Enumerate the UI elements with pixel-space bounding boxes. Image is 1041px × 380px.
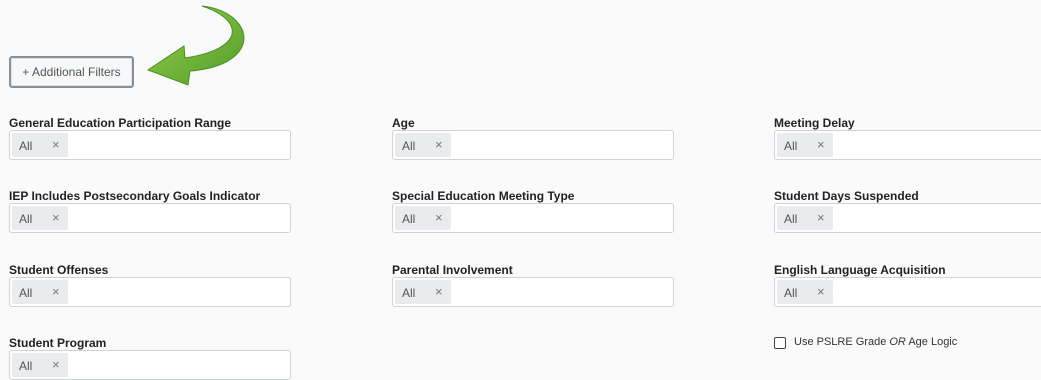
- tag-remove-icon[interactable]: ×: [435, 284, 443, 299]
- selected-tag: All ×: [12, 280, 68, 304]
- age-select[interactable]: All ×: [392, 130, 674, 160]
- filter-label: Student Offenses: [9, 263, 109, 277]
- pslre-logic-checkbox[interactable]: [774, 337, 786, 349]
- additional-filters-button[interactable]: + Additional Filters: [9, 56, 134, 88]
- filter-label: English Language Acquisition: [774, 263, 946, 277]
- tag-value: All: [402, 212, 416, 226]
- english-acquisition-select[interactable]: All ×: [774, 277, 1041, 307]
- days-suspended-select[interactable]: All ×: [774, 203, 1041, 233]
- parental-involvement-select[interactable]: All ×: [392, 277, 674, 307]
- tag-value: All: [19, 286, 33, 300]
- selected-tag: All ×: [395, 280, 451, 304]
- gen-ed-participation-select[interactable]: All ×: [9, 130, 291, 160]
- filter-label: IEP Includes Postsecondary Goals Indicat…: [9, 189, 261, 203]
- pslre-text-or: OR: [889, 336, 906, 348]
- selected-tag: All ×: [12, 133, 68, 157]
- filter-label: Age: [392, 116, 415, 130]
- tag-remove-icon[interactable]: ×: [817, 284, 825, 299]
- student-offenses-select[interactable]: All ×: [9, 277, 291, 307]
- tag-value: All: [784, 286, 798, 300]
- tag-remove-icon[interactable]: ×: [52, 137, 60, 152]
- tag-remove-icon[interactable]: ×: [817, 137, 825, 152]
- tag-remove-icon[interactable]: ×: [817, 210, 825, 225]
- selected-tag: All ×: [12, 206, 68, 230]
- tag-value: All: [19, 212, 33, 226]
- tag-remove-icon[interactable]: ×: [52, 284, 60, 299]
- iep-postsecondary-select[interactable]: All ×: [9, 203, 291, 233]
- tag-value: All: [19, 139, 33, 153]
- tag-remove-icon[interactable]: ×: [52, 357, 60, 372]
- green-arrow-icon: [146, 5, 245, 86]
- tag-value: All: [784, 212, 798, 226]
- tag-remove-icon[interactable]: ×: [435, 210, 443, 225]
- pslre-text-before: Use PSLRE Grade: [794, 336, 890, 348]
- selected-tag: All ×: [777, 206, 833, 230]
- filter-label: Student Days Suspended: [774, 189, 919, 203]
- filter-label: Special Education Meeting Type: [392, 189, 575, 203]
- selected-tag: All ×: [12, 353, 68, 377]
- selected-tag: All ×: [395, 133, 451, 157]
- sped-meeting-type-select[interactable]: All ×: [392, 203, 674, 233]
- pslre-text-after: Age Logic: [905, 336, 958, 348]
- meeting-delay-select[interactable]: All ×: [774, 130, 1041, 160]
- filter-label: Parental Involvement: [392, 263, 513, 277]
- selected-tag: All ×: [777, 133, 833, 157]
- filter-label: General Education Participation Range: [9, 116, 232, 130]
- pslre-logic-label: Use PSLRE Grade OR Age Logic: [794, 336, 957, 348]
- tag-value: All: [402, 286, 416, 300]
- tag-value: All: [19, 359, 33, 373]
- selected-tag: All ×: [395, 206, 451, 230]
- selected-tag: All ×: [777, 280, 833, 304]
- filter-label: Meeting Delay: [774, 116, 855, 130]
- tag-value: All: [784, 139, 798, 153]
- tag-value: All: [402, 139, 416, 153]
- student-program-select[interactable]: All ×: [9, 350, 291, 380]
- tag-remove-icon[interactable]: ×: [435, 137, 443, 152]
- filter-label: Student Program: [9, 336, 107, 350]
- tag-remove-icon[interactable]: ×: [52, 210, 60, 225]
